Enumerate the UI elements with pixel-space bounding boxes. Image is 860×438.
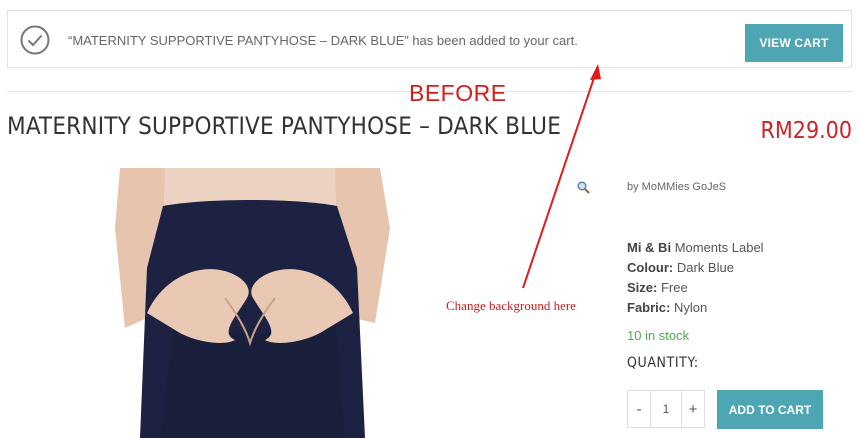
detail-label: Colour: (627, 260, 674, 275)
quantity-increase-button[interactable]: + (682, 391, 704, 427)
quantity-input[interactable]: 1 (650, 391, 682, 427)
detail-value: Free (660, 280, 688, 295)
quantity-stepper[interactable]: - 1 + (627, 390, 705, 428)
detail-label-row: Mi & Bi Moments Label (627, 238, 764, 258)
product-title: MATERNITY SUPPORTIVE PANTYHOSE – DARK BL… (7, 112, 562, 140)
detail-label: Size: (627, 280, 658, 295)
detail-value: Dark Blue (676, 260, 734, 275)
detail-size-row: Size: Free (627, 278, 764, 298)
annotation-before: BEFORE (409, 80, 507, 106)
detail-label: Mi & Bi (627, 240, 672, 255)
product-price: RM29.00 (760, 118, 852, 144)
product-photo (35, 168, 475, 438)
detail-colour-row: Colour: Dark Blue (627, 258, 764, 278)
view-cart-button[interactable]: VIEW CART (745, 24, 843, 62)
quantity-decrease-button[interactable]: - (628, 391, 650, 427)
cart-notice-message: “MATERNITY SUPPORTIVE PANTYHOSE – DARK B… (68, 33, 578, 48)
detail-value: Nylon (673, 300, 708, 315)
magnifier-icon[interactable] (577, 181, 590, 197)
detail-fabric-row: Fabric: Nylon (627, 298, 764, 318)
product-details: Mi & Bi Moments Label Colour: Dark Blue … (627, 238, 764, 318)
detail-label: Fabric: (627, 300, 671, 315)
add-to-cart-button[interactable]: ADD TO CART (717, 390, 823, 429)
cart-notice: “MATERNITY SUPPORTIVE PANTYHOSE – DARK B… (7, 10, 852, 68)
check-circle-icon (20, 25, 50, 55)
product-image[interactable] (35, 168, 475, 438)
detail-value: Moments Label (674, 240, 764, 255)
stock-status: 10 in stock (627, 328, 690, 343)
annotation-change-background: Change background here (446, 298, 576, 313)
quantity-label: QUANTITY: (627, 355, 699, 371)
brand-byline: by MoMMies GoJeS (627, 181, 727, 193)
